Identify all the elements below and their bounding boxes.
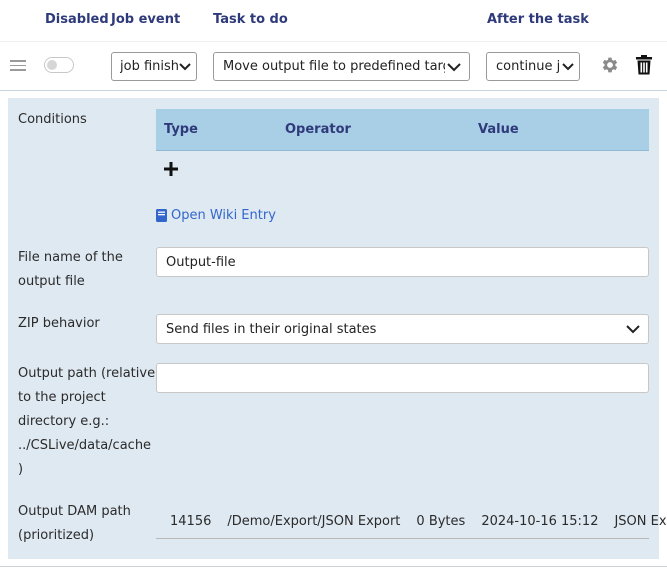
disabled-toggle[interactable]: [44, 57, 74, 73]
file-name-label-line2: output file: [18, 274, 85, 289]
dam-name: JSON Export: [614, 514, 667, 529]
zip-behavior-label: ZIP behavior: [18, 316, 100, 331]
file-name-input[interactable]: Output-file: [156, 247, 649, 277]
after-value: continue job: [496, 59, 561, 74]
zip-behavior-select[interactable]: Send files in their original states: [156, 314, 649, 344]
dam-path-label: Output DAM path (prioritized): [18, 500, 131, 548]
drag-handle-icon[interactable]: [10, 60, 26, 72]
gear-icon[interactable]: [600, 55, 620, 75]
output-path-label-line4: ../CSLive/data/cache: [18, 438, 152, 453]
conditions-table-header: Type Operator Value: [156, 109, 649, 151]
after-task-select[interactable]: continue job: [486, 52, 580, 81]
task-value: Move output file to predefined target: [223, 59, 445, 74]
dam-path: /Demo/Export/JSON Export: [227, 514, 401, 529]
chevron-down-icon: [179, 62, 191, 70]
toggle-knob: [47, 60, 57, 70]
open-wiki-link[interactable]: Open Wiki Entry: [156, 208, 276, 223]
dam-date: 2024-10-16 15:12: [481, 514, 599, 529]
header-divider: [0, 41, 667, 42]
panel-bottom-divider: [0, 566, 667, 567]
column-operator: Operator: [285, 122, 351, 137]
dam-size: 0 Bytes: [416, 514, 466, 529]
conditions-label: Conditions: [18, 112, 87, 127]
book-icon: [156, 209, 167, 222]
output-path-label-line5: ): [18, 462, 24, 477]
dam-id: 14156: [170, 514, 212, 529]
header-after-the-task: After the task: [487, 12, 589, 27]
column-value: Value: [478, 122, 519, 137]
output-path-label-line3: directory e.g.:: [18, 414, 110, 429]
header-job-event: Job event: [111, 12, 181, 27]
header-task-to-do: Task to do: [213, 12, 288, 27]
plus-icon[interactable]: [161, 158, 181, 180]
column-type: Type: [164, 122, 198, 137]
header-disabled: Disabled: [45, 12, 109, 27]
dam-path-label-line1: Output DAM path: [18, 504, 131, 519]
job-event-select[interactable]: job finished: [111, 52, 197, 81]
output-path-input[interactable]: [156, 363, 649, 393]
output-path-label-line2: to the project: [18, 390, 106, 405]
chevron-down-icon: [626, 325, 640, 334]
output-path-label-line1: Output path (relative: [18, 366, 156, 381]
chevron-down-icon: [562, 62, 574, 70]
trash-icon[interactable]: [635, 55, 653, 75]
panel-top-divider: [0, 90, 667, 91]
chevron-down-icon: [447, 62, 461, 71]
output-path-label: Output path (relative to the project dir…: [18, 362, 155, 482]
file-name-label-line1: File name of the: [18, 250, 123, 265]
file-name-label: File name of the output file: [18, 246, 123, 294]
job-event-value: job finished: [120, 59, 178, 74]
dam-path-label-line2: (prioritized): [18, 528, 95, 543]
dam-path-row[interactable]: 14156 /Demo/Export/JSON Export 0 Bytes 2…: [156, 505, 667, 539]
task-to-do-select[interactable]: Move output file to predefined target: [213, 52, 470, 81]
wiki-link-text: Open Wiki Entry: [171, 208, 276, 223]
zip-behavior-value: Send files in their original states: [166, 321, 377, 337]
